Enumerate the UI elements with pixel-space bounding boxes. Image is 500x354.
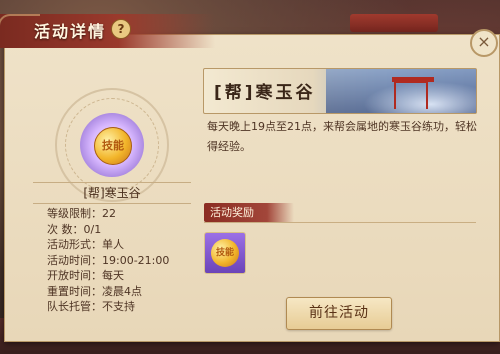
activity-summary: 技能 [帮]寒玉谷 等级限制：22 次 数：0/1 活动形式：单人 活动时间：1… (33, 60, 191, 338)
info-reset-time: 重置时间：凌晨4点 (47, 284, 142, 298)
reward-section-label: 活动奖励 (204, 203, 294, 222)
help-icon[interactable]: ? (111, 19, 131, 39)
banner-title: [帮]寒玉谷 (214, 83, 316, 103)
activity-description: 每天晚上19点至21点，来帮会属地的寒玉谷练功，轻松得经验。 (207, 120, 477, 153)
reward-divider (204, 222, 476, 223)
background-tab (350, 14, 438, 32)
info-times: 次 数：0/1 (47, 222, 102, 236)
info-activity-time: 活动时间：19:00-21:00 (47, 253, 170, 267)
go-to-activity-button[interactable]: 前往活动 (286, 297, 392, 330)
reward-item[interactable]: 技能 (204, 232, 246, 274)
activity-banner: [帮]寒玉谷 (203, 68, 477, 114)
info-level-limit: 等级限制：22 (47, 207, 116, 220)
skill-coin-icon: 技能 (211, 239, 239, 267)
activity-name: [帮]寒玉谷 (33, 182, 191, 204)
skill-coin-icon: 技能 (94, 127, 132, 165)
info-leader-delegate: 队长托管：不支持 (47, 300, 135, 313)
close-button[interactable]: × (470, 29, 498, 57)
info-form: 活动形式：单人 (47, 238, 124, 251)
window-title: 活动详情 (34, 22, 107, 41)
title-banner (0, 14, 215, 48)
info-open-time: 开放时间：每天 (47, 269, 124, 282)
gate-icon (394, 81, 428, 109)
activity-info-list: 等级限制：22 次 数：0/1 活动形式：单人 活动时间：19:00-21:00… (47, 206, 197, 315)
